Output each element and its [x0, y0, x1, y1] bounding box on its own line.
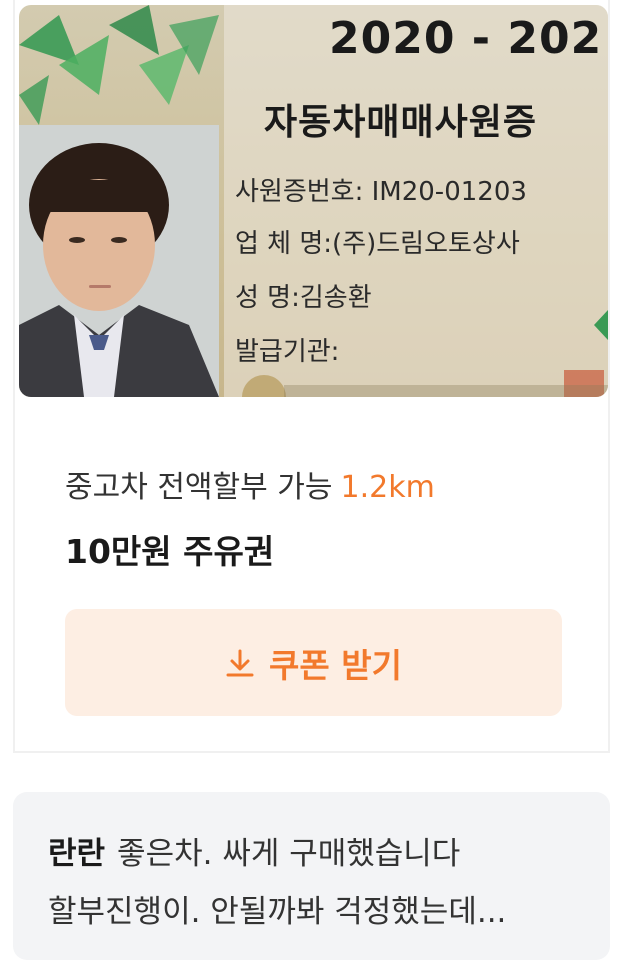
listing-photo[interactable]: 2020 - 202 자동차매매사원증 사원증번호: IM20-01203 업 … [19, 5, 608, 397]
get-coupon-label: 쿠폰 받기 [269, 645, 402, 685]
listing-description: 중고차 전액할부 가능 [65, 470, 333, 505]
id-card-company: 업 체 명:(주)드림오토상사 [235, 229, 520, 259]
coupon-card[interactable]: 2020 - 202 자동차매매사원증 사원증번호: IM20-01203 업 … [13, 0, 610, 753]
get-coupon-button[interactable]: 쿠폰 받기 [65, 609, 562, 716]
listing-info: 중고차 전액할부 가능 1.2km [65, 462, 435, 506]
download-icon [226, 649, 254, 676]
id-card-employee-number: 사원증번호: IM20-01203 [235, 177, 527, 207]
review-text-line2: 할부진행이. 안될까봐 걱정했는데... [48, 894, 507, 930]
coupon-title: 10만원 주유권 [65, 532, 275, 571]
review-text-line1: 좋은차. 싸게 구매했습니다 [117, 836, 461, 872]
listing-distance: 1.2km [340, 470, 435, 505]
review-card[interactable]: 란란 좋은차. 싸게 구매했습니다 할부진행이. 안될까봐 걱정했는데... [13, 792, 610, 960]
review-first-line: 란란 좋은차. 싸게 구매했습니다 [48, 828, 460, 873]
review-author: 란란 [48, 836, 106, 872]
id-card-name: 성 명:김송환 [235, 283, 372, 313]
id-card-issuer: 발급기관: [235, 337, 340, 367]
id-card-year: 2020 - 202 [329, 13, 603, 64]
id-card-title: 자동차매매사원증 [264, 102, 537, 143]
